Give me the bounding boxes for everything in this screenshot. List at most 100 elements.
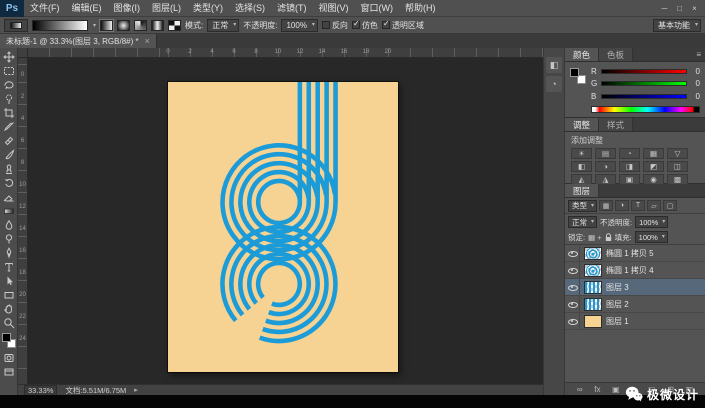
healing-brush-tool[interactable] (0, 134, 18, 148)
layer-name[interactable]: 图层 3 (606, 282, 629, 293)
foreground-background-swatches[interactable] (1, 333, 16, 348)
angle-gradient-button[interactable] (134, 19, 147, 31)
layer-thumbnail[interactable] (584, 297, 602, 311)
layer-filter-icon[interactable]: ◑ (615, 200, 629, 211)
layer-visibility-toggle[interactable] (565, 279, 580, 295)
layers-footer-icon[interactable]: ∞ (577, 385, 583, 394)
opacity-select[interactable]: 100% (281, 18, 318, 32)
foreground-color-swatch[interactable] (570, 68, 579, 77)
dither-checkbox[interactable]: 仿色 (351, 19, 378, 31)
minimize-icon[interactable]: ─ (657, 0, 672, 17)
color-spectrum-ramp[interactable] (591, 105, 700, 113)
crop-tool[interactable] (0, 106, 18, 120)
eraser-tool[interactable] (0, 190, 18, 204)
layers-footer-icon[interactable]: fx (594, 385, 600, 394)
gradient-picker[interactable] (32, 19, 96, 31)
menu-type[interactable]: 类型(Y) (187, 0, 229, 17)
tab-color[interactable]: 颜色 (565, 48, 600, 61)
menu-layer[interactable]: 图层(L) (146, 0, 187, 17)
menu-image[interactable]: 图像(I) (108, 0, 147, 17)
adjustment-icon[interactable]: ☀ (571, 148, 592, 159)
dodge-tool[interactable] (0, 232, 18, 246)
adjustment-icon[interactable]: ◑ (595, 161, 616, 172)
reverse-checkbox[interactable]: 反向 (321, 20, 348, 31)
layer-name[interactable]: 椭圆 1 拷贝 5 (606, 248, 654, 259)
layer-row-selected[interactable]: 图层 3 (565, 279, 705, 296)
adjustment-icon[interactable]: ◨ (619, 161, 640, 172)
hand-tool[interactable] (0, 302, 18, 316)
layer-row[interactable]: 图层 2 (565, 296, 705, 313)
blur-tool[interactable] (0, 218, 18, 232)
layer-visibility-toggle[interactable] (565, 262, 580, 278)
layer-thumbnail[interactable] (584, 263, 602, 277)
gradient-tool[interactable] (0, 204, 18, 218)
layer-filter-icon[interactable]: ▦ (599, 200, 613, 211)
layer-opacity-select[interactable]: 100% (635, 216, 669, 228)
green-slider[interactable] (601, 81, 687, 87)
layer-fill-select[interactable]: 100% (634, 231, 668, 243)
maximize-icon[interactable]: □ (672, 0, 687, 17)
diamond-gradient-button[interactable] (168, 19, 181, 31)
adjustment-icon[interactable]: ◧ (571, 161, 592, 172)
adjustment-icon[interactable]: ◔ (619, 148, 640, 159)
lock-option-icon[interactable]: + (597, 233, 601, 242)
red-value[interactable]: 0 (690, 67, 700, 76)
quick-selection-tool[interactable] (0, 92, 18, 106)
document-tab[interactable]: 未标题-1 @ 33.3%(图层 3, RGB/8#) * × (0, 34, 157, 48)
adjustment-icon[interactable]: ▽ (667, 148, 688, 159)
collapsed-properties-panel-icon[interactable]: ◧ (546, 57, 562, 73)
transparency-checkbox[interactable]: 透明区域 (381, 19, 424, 31)
layer-thumbnail[interactable] (584, 314, 602, 328)
layer-name[interactable]: 图层 2 (606, 299, 629, 310)
adjustment-icon[interactable]: ◩ (643, 161, 664, 172)
workspace-switcher[interactable]: 基本功能 (653, 18, 701, 32)
layer-filter-select[interactable]: 类型 (568, 199, 597, 212)
red-slider[interactable] (601, 68, 687, 74)
brush-tool[interactable] (0, 148, 18, 162)
layer-filter-icon[interactable]: ▱ (647, 200, 661, 211)
layer-thumbnail[interactable] (584, 246, 602, 260)
layer-name[interactable]: 椭圆 1 拷贝 4 (606, 265, 654, 276)
menu-file[interactable]: 文件(F) (24, 0, 66, 17)
lasso-tool[interactable] (0, 78, 18, 92)
layer-row[interactable]: 椭圆 1 拷贝 5 (565, 245, 705, 262)
tab-layers[interactable]: 图层 (565, 184, 600, 197)
layers-footer-icon[interactable]: ▣ (612, 385, 620, 394)
adjustment-icon[interactable]: ▦ (643, 148, 664, 159)
menu-view[interactable]: 视图(V) (313, 0, 355, 17)
poster-artboard[interactable] (168, 82, 398, 372)
menu-window[interactable]: 窗口(W) (355, 0, 400, 17)
pen-tool[interactable] (0, 246, 18, 260)
lock-option-icon[interactable]: ▦ (588, 233, 595, 242)
eyedropper-tool[interactable] (0, 120, 18, 134)
collapsed-history-panel-icon[interactable]: ◔ (546, 76, 562, 92)
tab-adjustments[interactable]: 调整 (565, 118, 600, 131)
layer-filter-icon[interactable]: ▢ (663, 200, 677, 211)
history-brush-tool[interactable] (0, 176, 18, 190)
shape-tool[interactable] (0, 288, 18, 302)
adjustment-icon[interactable]: ◫ (667, 161, 688, 172)
menu-select[interactable]: 选择(S) (229, 0, 271, 17)
blue-value[interactable]: 0 (690, 92, 700, 101)
radial-gradient-button[interactable] (117, 19, 130, 31)
canvas-viewport[interactable] (28, 58, 543, 384)
lock-icon[interactable] (605, 232, 612, 242)
marquee-tool[interactable] (0, 64, 18, 78)
menu-edit[interactable]: 编辑(E) (66, 0, 108, 17)
color-panel-swatches[interactable] (570, 68, 586, 84)
quick-mask-button[interactable] (0, 351, 18, 365)
status-expand-icon[interactable]: ▸ (134, 386, 138, 394)
layer-thumbnail[interactable] (584, 280, 602, 294)
layer-visibility-toggle[interactable] (565, 296, 580, 312)
layer-visibility-toggle[interactable] (565, 313, 580, 329)
move-tool[interactable] (0, 50, 18, 64)
type-tool[interactable] (0, 260, 18, 274)
screen-mode-button[interactable] (0, 365, 18, 379)
layer-row[interactable]: 椭圆 1 拷贝 4 (565, 262, 705, 279)
ruler-origin[interactable] (18, 48, 28, 58)
layer-visibility-toggle[interactable] (565, 245, 580, 261)
foreground-color-swatch[interactable] (1, 333, 11, 342)
close-tab-icon[interactable]: × (145, 36, 150, 46)
zoom-tool[interactable] (0, 316, 18, 330)
green-value[interactable]: 0 (690, 79, 700, 88)
